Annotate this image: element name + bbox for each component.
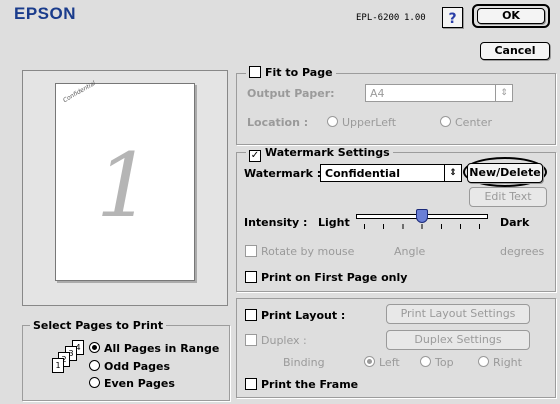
intensity-label: Intensity : <box>244 216 308 229</box>
odd-pages-radio-dot[interactable] <box>89 360 100 371</box>
center-radio-dot[interactable] <box>440 116 451 127</box>
all-pages-radio-dot[interactable] <box>89 342 100 353</box>
print-first-page-label: Print on First Page only <box>261 271 408 284</box>
print-frame-check[interactable] <box>245 378 257 390</box>
fit-to-page-label: Fit to Page <box>265 66 333 79</box>
binding-right-dot[interactable] <box>478 356 489 367</box>
watermark-settings-label: Watermark Settings <box>265 146 390 159</box>
degrees-label: degrees <box>500 245 545 258</box>
binding-left-label: Left <box>379 356 400 369</box>
binding-left-radio[interactable]: Left <box>364 356 400 369</box>
print-layout-label: Print Layout : <box>261 309 346 322</box>
location-label: Location : <box>247 116 309 129</box>
updown-arrows-icon: ⇕ <box>444 165 461 181</box>
print-layout-checkbox[interactable]: Print Layout : <box>245 309 345 322</box>
location-upperleft-radio[interactable]: UpperLeft <box>327 116 396 129</box>
help-icon: ? <box>448 11 457 27</box>
fit-to-page-checkbox[interactable]: Fit to Page <box>246 66 336 79</box>
even-pages-radio-dot[interactable] <box>89 377 100 388</box>
watermark-value: Confidential <box>325 167 401 180</box>
location-center-radio[interactable]: Center <box>440 116 492 129</box>
fit-to-page-check[interactable] <box>249 66 261 78</box>
watermark-label: Watermark : <box>244 167 322 180</box>
binding-label: Binding <box>283 356 325 369</box>
watermark-select[interactable]: Confidential ⇕ <box>320 164 462 182</box>
epson-logo: EPSON <box>14 4 77 23</box>
print-first-page-checkbox[interactable]: Print on First Page only <box>245 271 407 284</box>
preview-watermark: Confidential <box>62 79 97 105</box>
binding-top-radio[interactable]: Top <box>420 356 454 369</box>
slider-thumb[interactable] <box>416 209 428 223</box>
print-frame-label: Print the Frame <box>261 378 359 391</box>
binding-top-dot[interactable] <box>420 356 431 367</box>
rotate-by-mouse-check[interactable] <box>245 245 257 257</box>
print-first-page-check[interactable] <box>245 271 257 283</box>
duplex-settings-button[interactable]: Duplex Settings <box>386 330 530 350</box>
watermark-settings-checkbox[interactable]: ✓ Watermark Settings <box>246 146 393 162</box>
watermark-settings-dialog: EPSON EPL-6200 1.00 ? OK Cancel Confiden… <box>0 0 560 404</box>
cancel-button[interactable]: Cancel <box>480 42 550 60</box>
driver-version: 1.00 <box>404 13 426 23</box>
print-layout-settings-button[interactable]: Print Layout Settings <box>386 304 530 324</box>
odd-pages-label: Odd Pages <box>104 360 170 373</box>
upperleft-label: UpperLeft <box>342 116 397 129</box>
binding-right-radio[interactable]: Right <box>478 356 522 369</box>
intensity-slider[interactable] <box>356 207 488 233</box>
print-layout-check[interactable] <box>245 309 257 321</box>
intensity-dark-label: Dark <box>500 216 530 229</box>
preview-page-number: 1 <box>96 134 152 237</box>
duplex-checkbox[interactable]: Duplex : <box>245 334 307 347</box>
intensity-light-label: Light <box>318 216 350 229</box>
all-pages-label: All Pages in Range <box>104 342 220 355</box>
help-button[interactable]: ? <box>442 7 463 28</box>
even-pages-radio[interactable]: Even Pages <box>89 377 175 390</box>
output-paper-value: A4 <box>370 87 385 100</box>
output-paper-label: Output Paper: <box>247 87 335 100</box>
duplex-check[interactable] <box>245 334 257 346</box>
preview-page: Confidential 1 <box>55 79 195 281</box>
output-paper-select[interactable]: A4 ⇕ <box>365 84 513 102</box>
odd-pages-radio[interactable]: Odd Pages <box>89 360 170 373</box>
new-delete-button[interactable]: New/Delete <box>467 163 543 183</box>
watermark-settings-check[interactable]: ✓ <box>249 150 261 162</box>
duplex-label: Duplex : <box>261 334 307 347</box>
rotate-by-mouse-label: Rotate by mouse <box>261 245 355 258</box>
slider-ticks <box>364 224 480 229</box>
page-icon-1: 1 <box>52 358 64 373</box>
even-pages-label: Even Pages <box>104 377 175 390</box>
select-pages-title: Select Pages to Print <box>30 319 167 332</box>
angle-label: Angle <box>394 245 426 258</box>
printer-model: EPL-6200 <box>356 13 400 23</box>
upperleft-radio-dot[interactable] <box>327 116 338 127</box>
binding-top-label: Top <box>435 356 454 369</box>
all-pages-radio[interactable]: All Pages in Range <box>89 342 219 355</box>
binding-left-dot[interactable] <box>364 356 375 367</box>
edit-text-button[interactable]: Edit Text <box>469 187 547 207</box>
center-label: Center <box>455 116 493 129</box>
binding-right-label: Right <box>493 356 522 369</box>
rotate-by-mouse-checkbox[interactable]: Rotate by mouse <box>245 245 354 258</box>
pages-icon: 4 3 2 1 <box>52 340 86 376</box>
preview-panel: Confidential 1 <box>22 70 228 306</box>
print-frame-checkbox[interactable]: Print the Frame <box>245 378 358 391</box>
updown-arrows-icon: ⇕ <box>495 85 512 101</box>
ok-button[interactable]: OK <box>477 8 545 24</box>
